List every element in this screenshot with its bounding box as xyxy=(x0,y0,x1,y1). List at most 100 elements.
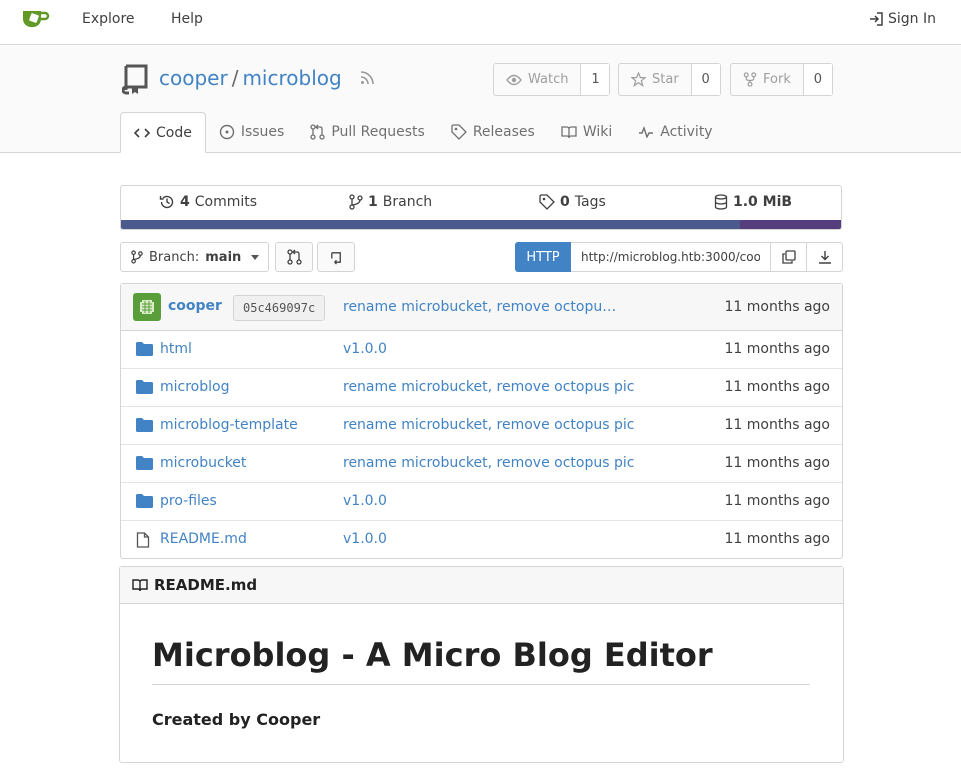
top-navbar: Explore Help Sign In xyxy=(0,0,961,45)
tab-wiki[interactable]: Wiki xyxy=(548,112,625,152)
file-commit-time: 11 months ago xyxy=(724,341,830,357)
tab-issues[interactable]: Issues xyxy=(206,112,298,152)
commits-count: 4 xyxy=(180,194,190,210)
file-row: README.md v1.0.0 11 months ago xyxy=(121,521,842,558)
file-commit-message-link[interactable]: v1.0.0 xyxy=(343,493,387,509)
readme-heading: Microblog - A Micro Blog Editor xyxy=(152,636,810,685)
file-name-link[interactable]: microblog xyxy=(160,379,229,395)
branch-icon xyxy=(349,194,363,210)
folder-icon xyxy=(136,456,153,470)
repo-title-separator: / xyxy=(231,66,239,90)
fork-count[interactable]: 0 xyxy=(803,64,832,95)
repo-name-link[interactable]: microblog xyxy=(242,66,341,90)
language-bar xyxy=(121,220,841,229)
tag-icon xyxy=(451,124,467,140)
commit-author-link[interactable]: cooper xyxy=(168,298,222,314)
tab-activity[interactable]: Activity xyxy=(625,112,725,152)
readme-panel: README.md Microblog - A Micro Blog Edito… xyxy=(119,566,844,763)
language-bar-segment xyxy=(121,220,741,229)
nav-help-link[interactable]: Help xyxy=(171,11,203,27)
clone-url-input[interactable] xyxy=(571,242,771,272)
star-count[interactable]: 0 xyxy=(691,64,720,95)
watch-button-group: Watch 1 xyxy=(493,63,611,96)
file-commit-message-link[interactable]: rename microbucket, remove octopus pic xyxy=(343,417,634,433)
compare-button[interactable] xyxy=(275,242,313,272)
sign-in-link[interactable]: Sign In xyxy=(868,11,936,27)
file-commit-message-link[interactable]: rename microbucket, remove octopus pic xyxy=(343,379,634,395)
star-button-group: Star 0 xyxy=(618,63,721,96)
star-button[interactable]: Star xyxy=(619,64,692,95)
branches-stat[interactable]: 1 Branch xyxy=(349,194,432,210)
pulse-icon xyxy=(638,126,654,138)
commit-message-link[interactable]: rename microbucket, remove octopu… xyxy=(343,299,616,315)
folder-icon xyxy=(136,342,153,356)
avatar[interactable] xyxy=(133,293,161,321)
file-row: microbucket rename microbucket, remove oc… xyxy=(121,445,842,483)
rss-feed-icon[interactable] xyxy=(360,71,374,85)
repo-icon xyxy=(122,63,150,95)
watch-count[interactable]: 1 xyxy=(581,64,610,95)
branch-prefix: Branch: xyxy=(149,249,200,265)
tab-issues-label: Issues xyxy=(240,124,285,140)
branch-icon xyxy=(131,250,143,264)
code-icon xyxy=(134,127,150,139)
file-name-link[interactable]: html xyxy=(160,341,192,357)
book-icon xyxy=(132,578,148,592)
file-name-link[interactable]: microbucket xyxy=(160,455,246,471)
file-commit-time: 11 months ago xyxy=(724,417,830,433)
file-commit-time: 11 months ago xyxy=(724,531,830,547)
readme-header: README.md xyxy=(120,567,843,604)
tab-releases-label: Releases xyxy=(472,124,535,140)
tab-code[interactable]: Code xyxy=(120,112,206,153)
download-button[interactable] xyxy=(807,242,843,272)
http-clone-button[interactable]: HTTP xyxy=(515,242,571,272)
tab-pull-requests-label: Pull Requests xyxy=(331,124,425,140)
branch-label: Branch xyxy=(382,194,433,210)
tab-pull-requests[interactable]: Pull Requests xyxy=(297,112,437,152)
book-icon xyxy=(561,125,577,139)
language-bar-segment xyxy=(740,220,841,229)
branch-count: 1 xyxy=(368,194,378,210)
file-icon xyxy=(136,532,150,548)
tab-wiki-label: Wiki xyxy=(582,124,613,140)
commit-sha-label[interactable]: 05c469097c xyxy=(233,295,326,321)
commits-label: Commits xyxy=(194,194,258,210)
repo-tabs: Code Issues Pull Requests Releases Wiki … xyxy=(120,112,726,153)
copy-url-button[interactable] xyxy=(771,242,807,272)
fork-icon xyxy=(743,72,757,87)
branch-selector[interactable]: Branch: main xyxy=(120,242,269,272)
tag-icon xyxy=(539,194,555,210)
commit-time: 11 months ago xyxy=(724,299,830,315)
fork-button[interactable]: Fork xyxy=(731,64,804,95)
file-commit-message-link[interactable]: v1.0.0 xyxy=(343,341,387,357)
file-commit-time: 11 months ago xyxy=(724,493,830,509)
watch-button[interactable]: Watch xyxy=(494,64,582,95)
tab-activity-label: Activity xyxy=(660,124,713,140)
pull-request-icon xyxy=(310,124,325,140)
folder-icon xyxy=(136,494,153,508)
star-icon xyxy=(631,72,646,87)
file-name-link[interactable]: microblog-template xyxy=(160,417,298,433)
tab-code-label: Code xyxy=(156,124,192,141)
nav-explore-link[interactable]: Explore xyxy=(82,11,135,27)
repo-size: 1.0 MiB xyxy=(733,194,793,210)
file-commit-message-link[interactable]: rename microbucket, remove octopus pic xyxy=(343,455,634,471)
file-commit-time: 11 months ago xyxy=(724,455,830,471)
commits-stat[interactable]: 4 Commits xyxy=(159,194,257,210)
tags-count: 0 xyxy=(560,194,570,210)
repo-owner-link[interactable]: cooper xyxy=(159,66,228,90)
tab-releases[interactable]: Releases xyxy=(438,112,548,152)
tags-stat[interactable]: 0 Tags xyxy=(539,194,606,210)
history-icon xyxy=(329,250,344,265)
file-commit-time: 11 months ago xyxy=(724,379,830,395)
star-label: Star xyxy=(652,72,679,87)
file-name-link[interactable]: README.md xyxy=(160,531,247,547)
sign-in-icon xyxy=(868,11,884,27)
size-stat: 1.0 MiB xyxy=(714,194,792,210)
file-name-link[interactable]: pro-files xyxy=(160,493,217,509)
history-button[interactable] xyxy=(317,242,355,272)
gitea-logo-icon[interactable] xyxy=(21,6,51,30)
file-row: microblog-template rename microbucket, re… xyxy=(121,407,842,445)
file-commit-message-link[interactable]: v1.0.0 xyxy=(343,531,387,547)
latest-commit-row: cooper 05c469097c rename microbucket, re… xyxy=(121,284,842,331)
